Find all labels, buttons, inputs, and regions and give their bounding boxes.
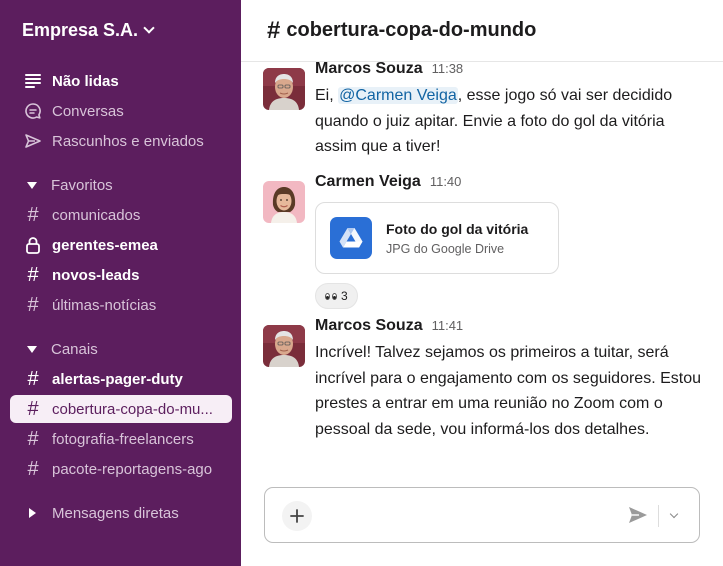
sidebar-item-channel[interactable]: # fotografia-freelancers — [10, 425, 232, 453]
file-title: Foto do gol da vitória — [386, 220, 529, 237]
sidebar-item-channel[interactable]: # comunicados — [10, 201, 232, 229]
sidebar: Empresa S.A. Não lidas Conversas Rascunh… — [0, 0, 241, 566]
send-button[interactable] — [627, 505, 649, 530]
sidebar-item-label: cobertura-copa-do-mu... — [52, 400, 213, 418]
avatar[interactable] — [263, 68, 305, 110]
message-author[interactable]: Carmen Veiga — [315, 173, 421, 191]
file-subtitle: JPG do Google Drive — [386, 241, 505, 256]
sidebar-item-channel[interactable]: gerentes-emea — [10, 231, 232, 259]
message-timestamp[interactable]: 11:38 — [432, 61, 464, 76]
hash-icon: # — [27, 368, 39, 390]
channel-header[interactable]: # cobertura-copa-do-mundo — [241, 0, 723, 62]
message-text: Incrível! Talvez sejamos os primeiros a … — [315, 344, 701, 438]
message-input[interactable] — [323, 504, 613, 528]
chevron-down-icon — [143, 22, 155, 34]
message-composer — [264, 487, 700, 543]
sidebar-item-channel[interactable]: # pacote-reportagens-ago — [10, 455, 232, 483]
section-title: Canais — [51, 340, 98, 358]
file-attachment[interactable]: Foto do gol da vitória JPG do Google Dri… — [315, 202, 559, 274]
message-timestamp[interactable]: 11:41 — [432, 318, 464, 333]
favorites-section-header[interactable]: Favoritos — [10, 172, 113, 198]
unread-icon — [22, 70, 44, 92]
google-drive-icon — [330, 217, 372, 259]
message-author[interactable]: Marcos Souza — [315, 317, 423, 335]
sidebar-item-label: alertas-pager-duty — [52, 370, 183, 388]
caret-down-icon — [27, 181, 37, 189]
sidebar-item-channel-active[interactable]: # cobertura-copa-do-mu... — [10, 395, 232, 423]
add-attachment-button[interactable] — [282, 501, 312, 531]
hash-icon: # — [27, 204, 39, 226]
sidebar-item-label: novos-leads — [52, 266, 140, 284]
sidebar-item-channel[interactable]: # novos-leads — [10, 261, 232, 289]
sidebar-item-channel[interactable]: # alertas-pager-duty — [10, 365, 232, 393]
lock-icon — [22, 234, 44, 256]
channel-title: cobertura-copa-do-mundo — [286, 19, 537, 41]
hash-icon: # — [267, 16, 281, 44]
avatar[interactable] — [263, 181, 305, 223]
direct-messages-section-header[interactable]: Mensagens diretas — [10, 500, 179, 526]
message-author[interactable]: Marcos Souza — [315, 60, 423, 78]
message-text: Ei, @Carmen Veiga, esse jogo só vai ser … — [315, 83, 705, 160]
avatar[interactable] — [263, 325, 305, 367]
send-icon — [22, 130, 44, 152]
sidebar-item-label: Não lidas — [52, 72, 119, 90]
message-text-part: Ei, — [315, 87, 339, 104]
reaction-button[interactable]: 3 — [315, 283, 358, 309]
sidebar-item-label: fotografia-freelancers — [52, 430, 194, 448]
threads-icon — [22, 100, 44, 122]
hash-icon: # — [27, 294, 39, 316]
channels-section-header[interactable]: Canais — [10, 336, 98, 362]
hash-icon: # — [27, 458, 39, 480]
sidebar-item-label: comunicados — [52, 206, 141, 224]
chevron-down-icon — [669, 509, 679, 518]
eyes-emoji-icon — [325, 292, 337, 300]
plus-icon — [290, 509, 304, 523]
hash-icon: # — [27, 264, 39, 286]
user-mention[interactable]: @Carmen Veiga — [338, 87, 458, 104]
sidebar-item-label: Conversas — [52, 102, 124, 120]
sidebar-item-unread[interactable]: Não lidas — [10, 67, 232, 95]
hash-icon: # — [27, 428, 39, 450]
sidebar-item-channel[interactable]: # últimas-notícias — [10, 291, 232, 319]
hash-icon: # — [27, 398, 39, 420]
reaction-count: 3 — [341, 289, 348, 303]
send-icon — [629, 507, 647, 523]
divider — [658, 505, 659, 527]
section-title: Favoritos — [51, 176, 113, 194]
sidebar-item-label: gerentes-emea — [52, 236, 158, 254]
sidebar-item-label: Rascunhos e enviados — [52, 132, 204, 150]
channel-view: # cobertura-copa-do-mundo Marcos Souza 1… — [241, 0, 723, 566]
sidebar-item-threads[interactable]: Conversas — [10, 97, 232, 125]
caret-right-icon — [29, 508, 36, 518]
workspace-switcher[interactable]: Empresa S.A. — [22, 20, 155, 41]
caret-down-icon — [27, 345, 37, 353]
sidebar-item-drafts[interactable]: Rascunhos e enviados — [10, 127, 232, 155]
message-timestamp[interactable]: 11:40 — [430, 174, 462, 189]
section-title: Mensagens diretas — [52, 504, 179, 522]
send-options-button[interactable] — [667, 508, 681, 522]
sidebar-item-label: pacote-reportagens-ago — [52, 460, 213, 478]
sidebar-item-label: últimas-notícias — [52, 296, 157, 314]
workspace-name: Empresa S.A. — [22, 20, 139, 40]
